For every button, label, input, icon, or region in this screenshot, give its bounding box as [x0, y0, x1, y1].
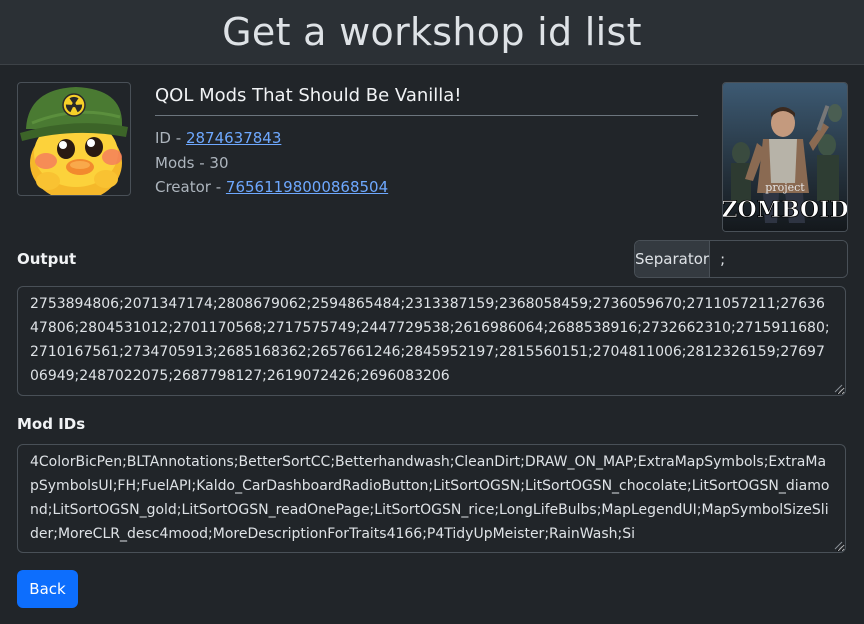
collection-title: QOL Mods That Should Be Vanilla! — [155, 82, 698, 116]
separator-label: Separator — [635, 241, 711, 277]
mod-ids-text: 4ColorBicPen;BLTAnnotations;BetterSortCC… — [30, 454, 830, 542]
page-title: Get a workshop id list — [222, 10, 642, 54]
separator-input[interactable] — [710, 241, 847, 277]
mod-ids-label: Mod IDs — [17, 415, 86, 433]
output-label: Output — [17, 250, 77, 268]
cover-title-small: project — [765, 181, 805, 194]
collection-mods-count: Mods - 30 — [155, 153, 229, 172]
creator-label: Creator - — [155, 178, 226, 196]
back-button[interactable]: Back — [17, 570, 78, 608]
page-header: Get a workshop id list — [0, 0, 864, 65]
output-textarea[interactable]: 2753894806;2071347174;2808679062;2594865… — [17, 286, 846, 396]
collection-id-label: ID - — [155, 129, 186, 147]
collection-id-row: ID - 2874637843 — [155, 126, 698, 151]
creator-link[interactable]: 76561198000868504 — [226, 178, 388, 196]
output-text: 2753894806;2071347174;2808679062;2594865… — [30, 296, 830, 384]
collection-info: QOL Mods That Should Be Vanilla! ID - 28… — [155, 82, 698, 200]
game-cover-image: project ZOMBOID — [722, 82, 848, 232]
cover-title-main: ZOMBOID — [723, 197, 847, 223]
collection-creator-row: Creator - 76561198000868504 — [155, 175, 698, 200]
separator-input-group: Separator — [634, 240, 848, 278]
collection-avatar-image — [17, 82, 131, 196]
mod-ids-textarea[interactable]: 4ColorBicPen;BLTAnnotations;BetterSortCC… — [17, 444, 846, 553]
resize-grip-icon[interactable] — [833, 383, 843, 393]
resize-grip-icon[interactable] — [833, 540, 843, 550]
collection-id-link[interactable]: 2874637843 — [186, 129, 281, 147]
